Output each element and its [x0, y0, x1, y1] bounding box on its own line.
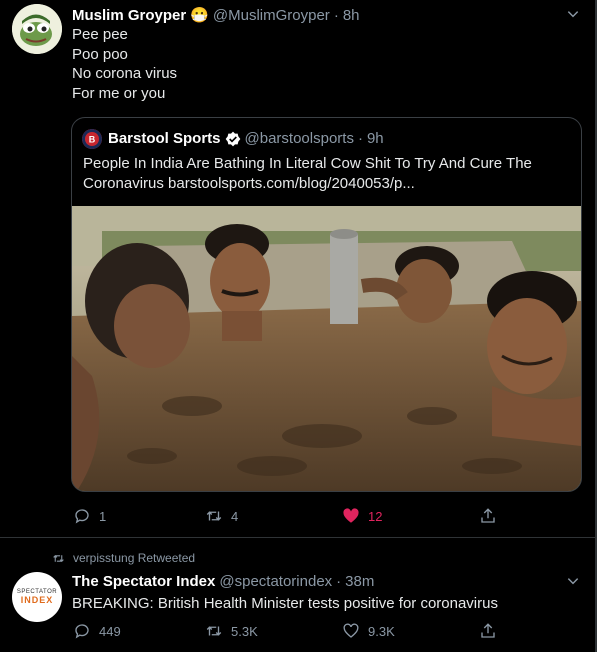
retweet-icon — [205, 507, 223, 525]
avatar-spectator-index[interactable]: SPECTATOR INDEX — [12, 572, 62, 622]
verified-badge-icon — [225, 131, 241, 147]
quote-text: People In India Are Bathing In Literal C… — [83, 154, 578, 193]
avatar-barstool-sports: B — [82, 129, 102, 149]
quote-text-line: People In India Are Bathing In Literal C… — [83, 155, 532, 172]
retweet-count: 4 — [231, 508, 239, 524]
quote-header: Barstool Sports @barstoolsports · 9h — [108, 130, 384, 147]
reply-button[interactable]: 1 — [73, 507, 106, 525]
retweeted-by-label: verpisstung Retweeted — [73, 551, 196, 565]
reply-count: 449 — [99, 623, 121, 639]
reply-count: 1 — [99, 508, 107, 524]
quoted-tweet-card[interactable]: B Barstool Sports @barstoolsports · 9h P… — [71, 117, 582, 492]
chevron-down-icon[interactable] — [566, 574, 580, 588]
avatar-muslim-groyper[interactable] — [12, 4, 62, 54]
avatar-text-bottom: INDEX — [20, 595, 54, 605]
share-button[interactable] — [479, 507, 497, 525]
like-count: 9.3K — [368, 623, 395, 639]
quote-timestamp: 9h — [366, 130, 384, 147]
retweet-button[interactable]: 5.3K — [205, 622, 258, 640]
tweet1-line: Pee pee — [72, 26, 128, 43]
mask-emoji-icon: 😷 — [190, 7, 209, 24]
tweet2-header: The Spectator Index @spectatorindex · 38… — [72, 573, 374, 590]
tweet1-line: For me or you — [72, 84, 166, 102]
tweet2-author-name[interactable]: The Spectator Index — [72, 573, 215, 590]
quote-author-handle: @barstoolsports — [244, 130, 354, 147]
tweet1-header: Muslim Groyper 😷 @MuslimGroyper · 8h — [72, 6, 360, 25]
tweet1-author-handle[interactable]: @MuslimGroyper — [213, 7, 330, 24]
heart-icon — [342, 622, 360, 640]
dot-separator: · — [333, 6, 339, 24]
reply-button[interactable]: 449 — [73, 622, 121, 640]
retweet-button[interactable]: 4 — [205, 507, 238, 525]
reply-icon — [73, 507, 91, 525]
quote-media-image[interactable] — [72, 206, 581, 491]
like-button[interactable]: 12 — [342, 507, 382, 525]
tweet1-timestamp[interactable]: 8h — [343, 7, 360, 24]
tweet1-body: Pee pee Poo poo No corona virus For me o… — [72, 25, 177, 103]
quote-text-line: Coronavirus barstoolsports.com/blog/2040… — [83, 174, 415, 192]
heart-filled-icon — [342, 507, 360, 525]
share-button[interactable] — [479, 622, 497, 640]
tweet-divider — [0, 537, 597, 538]
dot-separator: · — [336, 573, 342, 590]
tweet1-line: No corona virus — [72, 65, 178, 82]
retweet-count: 5.3K — [231, 623, 258, 639]
retweet-small-icon — [52, 552, 65, 565]
retweet-icon — [205, 622, 223, 640]
svg-text:B: B — [89, 135, 96, 145]
tweet2-author-handle[interactable]: @spectatorindex — [219, 573, 332, 590]
dot-separator: · — [357, 130, 363, 147]
tweet1-author-name[interactable]: Muslim Groyper — [72, 7, 186, 24]
share-icon — [479, 507, 497, 525]
like-button[interactable]: 9.3K — [342, 622, 395, 640]
tweet1-line: Poo poo — [72, 45, 128, 63]
quote-author-name: Barstool Sports — [108, 130, 221, 147]
retweet-context[interactable]: verpisstung Retweeted — [52, 551, 195, 565]
share-icon — [479, 622, 497, 640]
tweet2-body: BREAKING: British Health Minister tests … — [72, 595, 498, 612]
reply-icon — [73, 622, 91, 640]
chevron-down-icon[interactable] — [566, 7, 580, 21]
like-count: 12 — [368, 508, 383, 524]
tweet2-timestamp[interactable]: 38m — [345, 573, 374, 590]
